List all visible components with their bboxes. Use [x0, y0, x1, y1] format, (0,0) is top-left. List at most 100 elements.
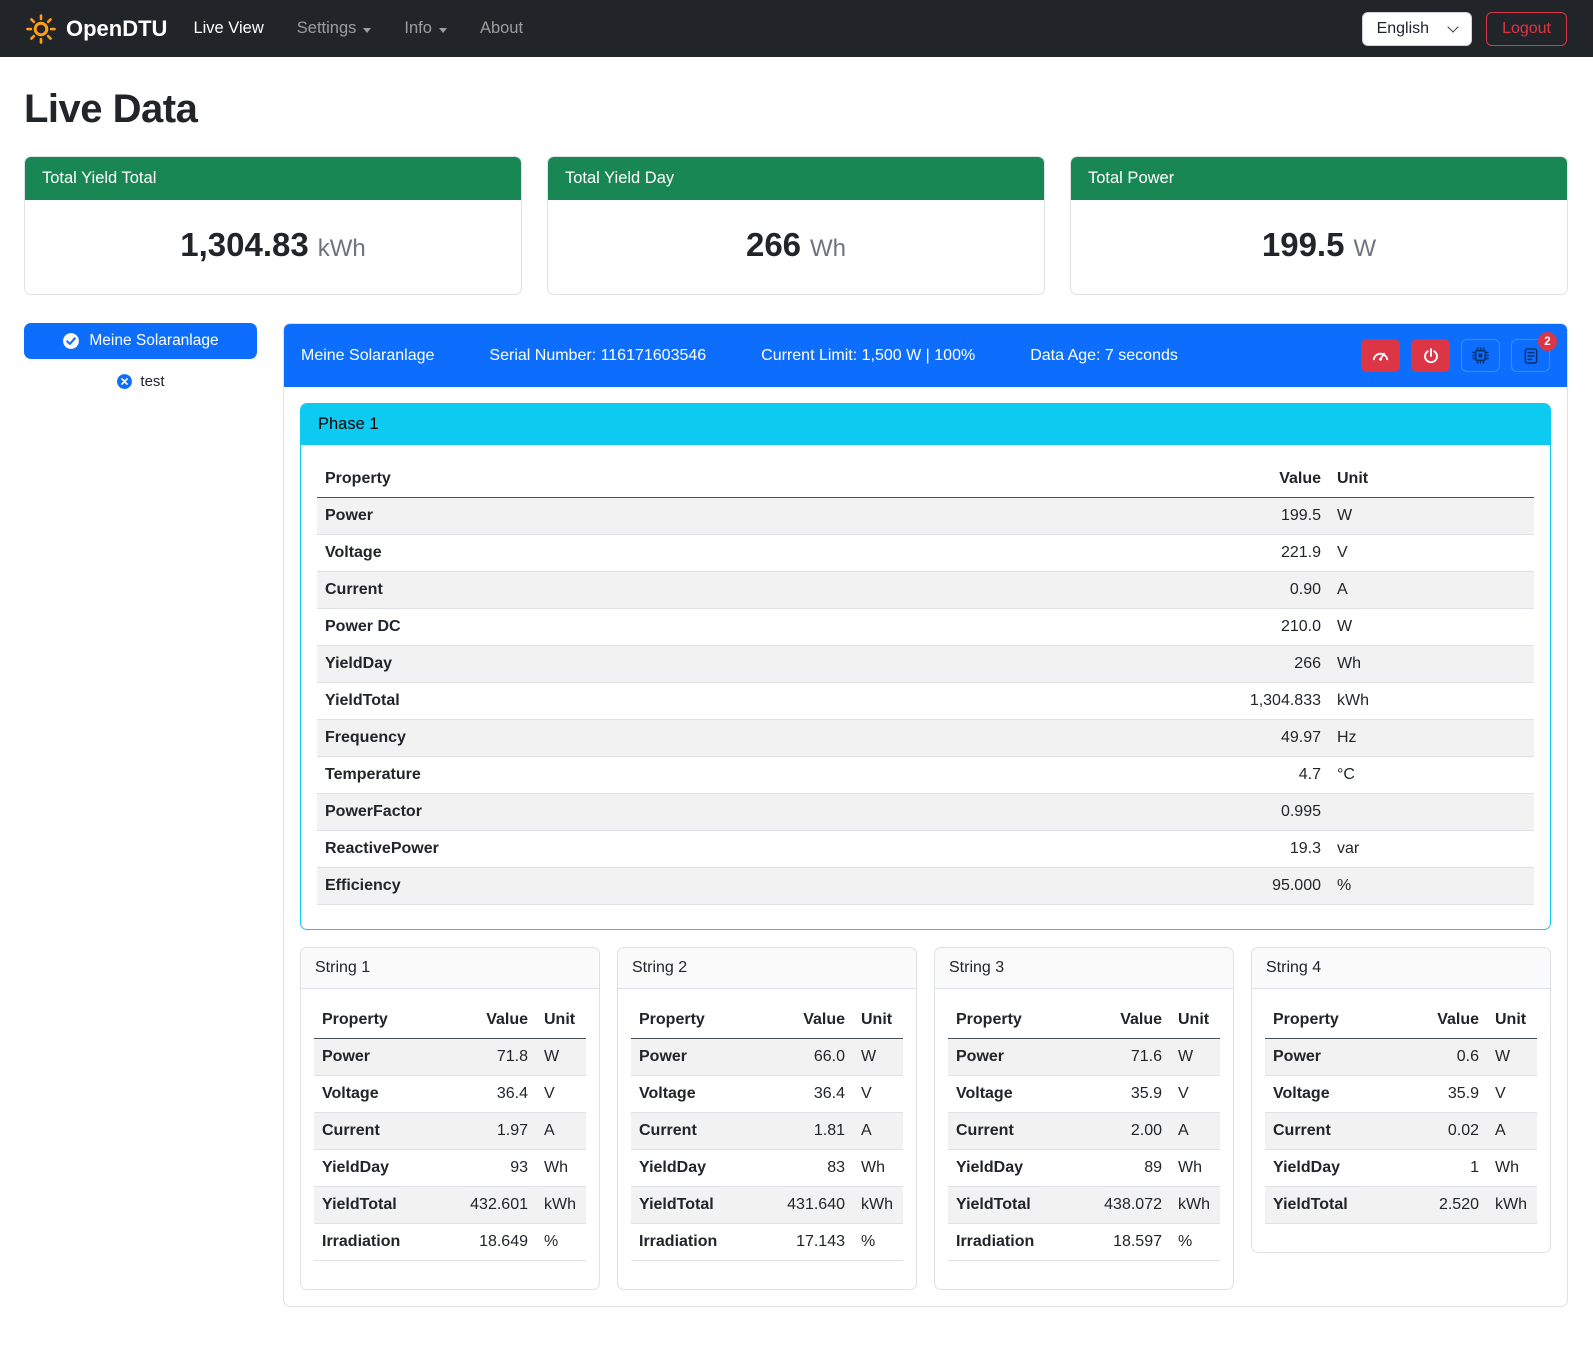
value-cell: 49.97 [1199, 720, 1329, 757]
card-header: Total Power [1071, 157, 1567, 200]
property-header: Property [314, 1002, 460, 1039]
value-cell: 71.8 [460, 1039, 536, 1076]
logout-button[interactable]: Logout [1486, 12, 1567, 46]
table-row: Power DC210.0W [317, 609, 1534, 646]
value-cell: 36.4 [777, 1076, 853, 1113]
card-header: Total Yield Day [548, 157, 1044, 200]
value-header: Value [1411, 1002, 1487, 1039]
unit-cell [1329, 794, 1534, 831]
value-cell: 2.00 [1094, 1113, 1170, 1150]
unit-cell: % [1329, 868, 1534, 905]
table-row: Power66.0W [631, 1039, 903, 1076]
phase-card: Phase 1 Property Value Unit [300, 403, 1551, 930]
nav-about[interactable]: About [480, 19, 523, 38]
card-value: 266Wh [548, 200, 1044, 294]
property-header: Property [1265, 1002, 1411, 1039]
inverter-select-button[interactable]: Meine Solaranlage [24, 323, 257, 359]
unit-cell: % [536, 1224, 586, 1261]
value-cell: 1 [1411, 1150, 1487, 1187]
table-row: Frequency49.97Hz [317, 720, 1534, 757]
table-row: Irradiation17.143% [631, 1224, 903, 1261]
total-power-card: Total Power 199.5W [1070, 156, 1568, 295]
unit-cell: V [1170, 1076, 1220, 1113]
string-body: Property Value Unit Power0.6W Voltage35.… [1252, 989, 1550, 1252]
table-header-row: Property Value Unit [314, 1002, 586, 1039]
nav-live-view[interactable]: Live View [193, 19, 263, 38]
language-select[interactable]: English [1362, 12, 1472, 46]
event-log-button[interactable]: 2 [1511, 339, 1550, 372]
value-cell: 210.0 [1199, 609, 1329, 646]
unit-cell: W [1487, 1039, 1537, 1076]
table-row: Voltage221.9V [317, 535, 1534, 572]
value-cell: 432.601 [460, 1187, 536, 1224]
value-cell: 199.5 [1199, 498, 1329, 535]
value-cell: 438.072 [1094, 1187, 1170, 1224]
table-header-row: Property Value Unit [948, 1002, 1220, 1039]
property-cell: Power [631, 1039, 777, 1076]
property-cell: YieldTotal [631, 1187, 777, 1224]
property-cell: Current [1265, 1113, 1411, 1150]
content-layout: Meine Solaranlage test Meine Solaranlage… [24, 323, 1568, 1307]
unit-cell: kWh [853, 1187, 903, 1224]
navbar-right: English Logout [1362, 12, 1567, 46]
value-cell: 1.97 [460, 1113, 536, 1150]
property-cell: Current [314, 1113, 460, 1150]
unit-cell: Hz [1329, 720, 1534, 757]
table-row: Power71.6W [948, 1039, 1220, 1076]
chevron-down-icon [439, 28, 447, 33]
value-cell: 66.0 [777, 1039, 853, 1076]
property-cell: Power [317, 498, 1199, 535]
unit-cell: A [853, 1113, 903, 1150]
nav-info-label: Info [404, 19, 432, 38]
test-toggle[interactable]: test [24, 373, 257, 390]
table-row: Current0.90A [317, 572, 1534, 609]
value-cell: 36.4 [460, 1076, 536, 1113]
inverter-card-body: Phase 1 Property Value Unit [284, 387, 1567, 1306]
cpu-icon [1471, 346, 1490, 365]
value-cell: 95.000 [1199, 868, 1329, 905]
unit-cell: kWh [536, 1187, 586, 1224]
inverter-name: Meine Solaranlage [301, 347, 434, 365]
table-row: Voltage35.9V [1265, 1076, 1537, 1113]
string-table: Property Value Unit Power71.6W Voltage35… [948, 1002, 1220, 1261]
power-toggle-button[interactable] [1411, 339, 1450, 372]
unit-cell: W [536, 1039, 586, 1076]
property-cell: Irradiation [314, 1224, 460, 1261]
value-cell: 71.6 [1094, 1039, 1170, 1076]
string-body: Property Value Unit Power71.6W Voltage35… [935, 989, 1233, 1289]
property-cell: Current [317, 572, 1199, 609]
table-row: Efficiency95.000% [317, 868, 1534, 905]
property-cell: YieldTotal [948, 1187, 1094, 1224]
value-unit: kWh [318, 235, 366, 262]
unit-header: Unit [536, 1002, 586, 1039]
table-row: PowerFactor0.995 [317, 794, 1534, 831]
brand[interactable]: OpenDTU [26, 14, 167, 44]
total-yield-total-card: Total Yield Total 1,304.83kWh [24, 156, 522, 295]
limit-settings-button[interactable] [1361, 339, 1400, 372]
summary-cards-row: Total Yield Total 1,304.83kWh Total Yiel… [24, 156, 1568, 295]
sun-icon [26, 14, 56, 44]
table-row: YieldTotal438.072kWh [948, 1187, 1220, 1224]
string-title: String 2 [618, 948, 916, 989]
nav-info[interactable]: Info [404, 19, 447, 38]
total-yield-day-card: Total Yield Day 266Wh [547, 156, 1045, 295]
table-row: Current0.02A [1265, 1113, 1537, 1150]
unit-header: Unit [1329, 461, 1534, 498]
table-header-row: Property Value Unit [1265, 1002, 1537, 1039]
gauge-icon [1371, 346, 1390, 365]
value-cell: 18.597 [1094, 1224, 1170, 1261]
value-number: 266 [746, 226, 801, 263]
string-table: Property Value Unit Power0.6W Voltage35.… [1265, 1002, 1537, 1224]
property-cell: Current [631, 1113, 777, 1150]
unit-cell: W [853, 1039, 903, 1076]
unit-cell: V [853, 1076, 903, 1113]
value-cell: 35.9 [1411, 1076, 1487, 1113]
property-cell: Voltage [1265, 1076, 1411, 1113]
property-cell: Temperature [317, 757, 1199, 794]
property-cell: ReactivePower [317, 831, 1199, 868]
string-table: Property Value Unit Power66.0W Voltage36… [631, 1002, 903, 1261]
value-cell: 35.9 [1094, 1076, 1170, 1113]
unit-cell: A [1329, 572, 1534, 609]
device-info-button[interactable] [1461, 339, 1500, 372]
nav-settings[interactable]: Settings [297, 19, 372, 38]
